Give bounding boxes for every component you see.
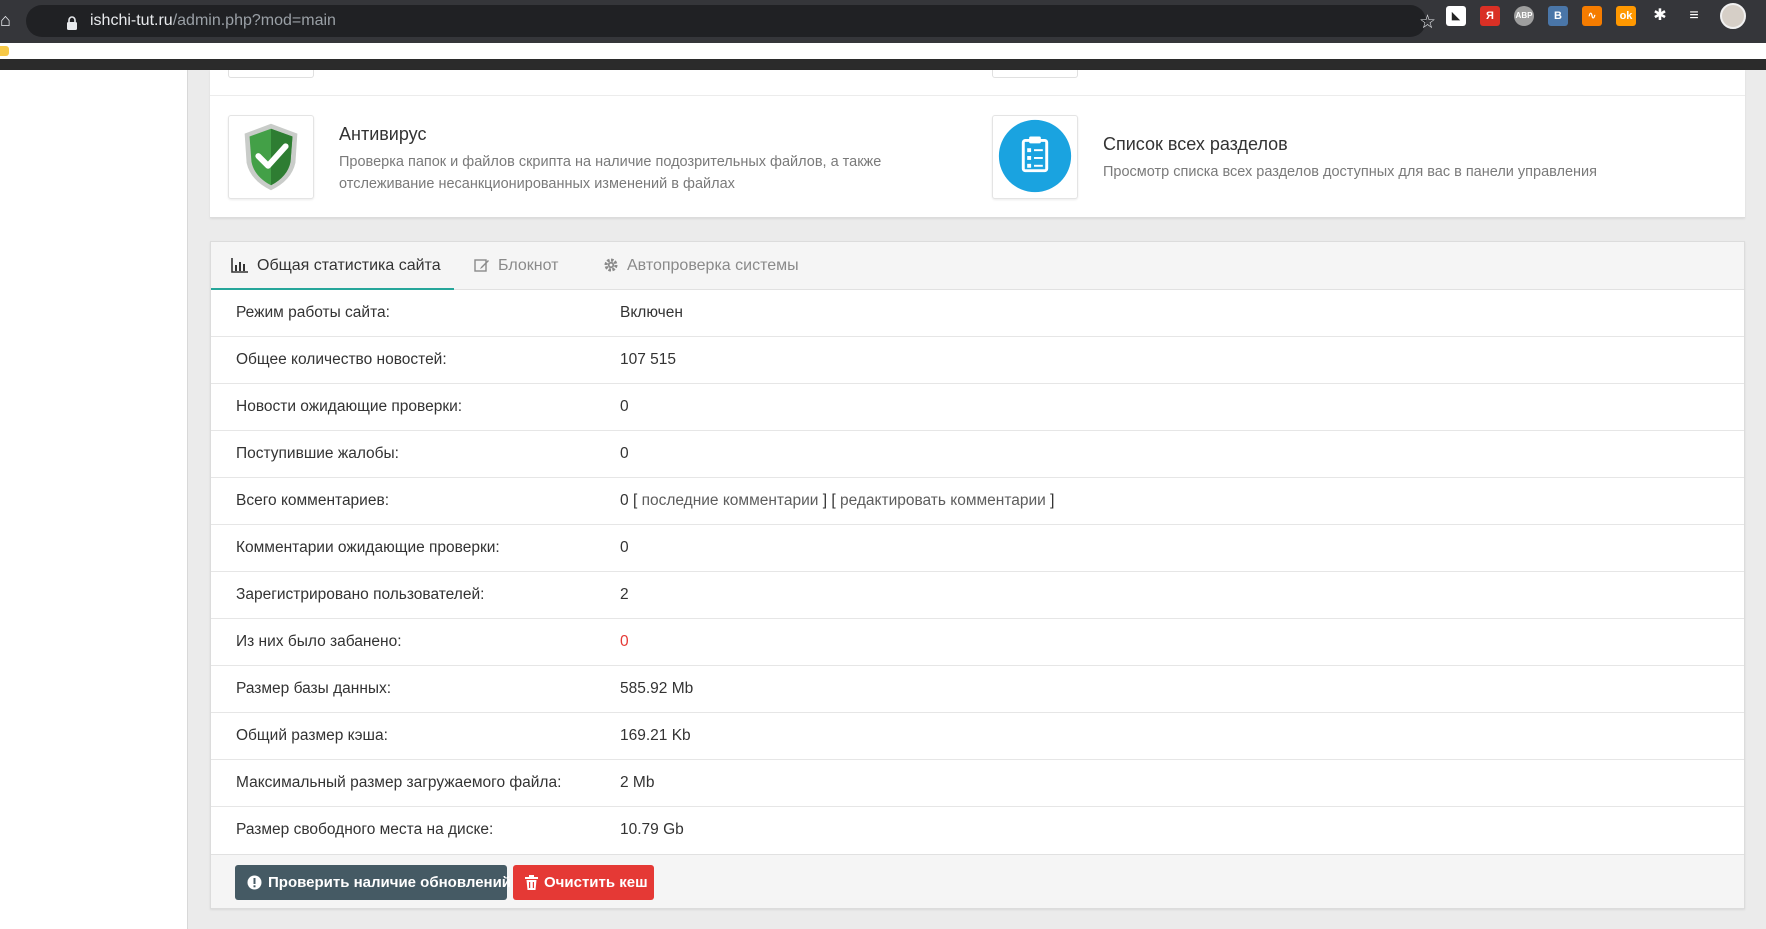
url-text: ishchi-tut.ru/admin.php?mod=main [90,12,336,29]
tab-notepad[interactable]: Блокнот [474,242,558,290]
stat-value: 0 [620,633,629,650]
antivirus-description: Проверка папок и файлов скрипта на налич… [339,154,882,192]
stat-row-complaints: Поступившие жалобы: 0 [211,431,1744,478]
divider [210,95,1745,96]
shortcut-icon-stub [992,70,1078,78]
stat-value: 0 [620,398,629,415]
stat-value: 0 [ последние комментарии ] [ редактиров… [620,492,1055,509]
tab-label: Общая статистика сайта [257,257,441,274]
stat-label: Общий размер кэша: [236,727,388,744]
tab-auto-check[interactable]: Автопроверка системы [603,242,799,290]
alert-circle-icon [247,875,262,890]
stat-row-comments-total: Всего комментариев: 0 [ последние коммен… [211,478,1744,525]
stat-value: 0 [620,445,629,462]
clear-cache-button[interactable]: Очистить кеш [513,865,654,900]
stat-value: 2 Mb [620,774,655,791]
bookmarks-bar [0,43,1766,59]
stat-label: Размер базы данных: [236,680,392,697]
tab-site-statistics[interactable]: Общая статистика сайта [211,242,454,290]
home-icon[interactable]: ⌂ [0,9,14,31]
stat-label: Новости ожидающие проверки: [236,398,463,415]
stat-label: Размер свободного места на диске: [236,821,494,838]
browser-toolbar: ⌂ ishchi-tut.ru/admin.php?mod=main ☆ ◣ Я… [0,0,1766,43]
extension-icon[interactable]: ◣ [1446,6,1466,26]
stat-label: Максимальный размер загружаемого файла: [236,774,562,791]
check-updates-label: Проверить наличие обновлений [268,874,512,891]
address-bar[interactable]: ishchi-tut.ru/admin.php?mod=main ☆ [26,5,1436,37]
stat-row-users: Зарегистрировано пользователей: 2 [211,572,1744,619]
stat-row-cache-size: Общий размер кэша: 169.21 Kb [211,713,1744,760]
stat-row-site-mode: Режим работы сайта: Включен [211,290,1744,337]
stat-row-db-size: Размер базы данных: 585.92 Mb [211,666,1744,713]
odnoklassniki-icon[interactable]: ok [1616,6,1636,26]
antivirus-shortcut[interactable] [228,115,314,199]
stats-footer: Проверить наличие обновлений Очистить ке… [211,854,1744,908]
comments-count: 0 [620,492,629,509]
stat-label: Поступившие жалобы: [236,445,399,462]
stat-row-news-total: Общее количество новостей: 107 515 [211,337,1744,384]
stat-value: 107 515 [620,351,677,368]
extension-icon[interactable]: Я [1480,6,1500,26]
tab-bar: Общая статистика сайта Блокнот Автопрове… [211,242,1744,290]
shield-check-icon [244,123,298,191]
check-updates-button[interactable]: Проверить наличие обновлений [235,865,511,900]
sections-list-shortcut[interactable] [992,115,1078,199]
playlist-icon[interactable]: ≡ [1684,6,1704,26]
stat-row-news-pending: Новости ожидающие проверки: 0 [211,384,1744,431]
edit-icon [474,259,489,272]
stat-row-max-upload: Максимальный размер загружаемого файла: … [211,760,1744,807]
stat-value: 585.92 Mb [620,680,694,697]
tab-label: Блокнот [498,257,559,274]
stat-row-comments-pending: Комментарии ожидающие проверки: 0 [211,525,1744,572]
stat-label: Общее количество новостей: [236,351,447,368]
sections-list-title[interactable]: Список всех разделов [1103,134,1288,155]
gear-icon [604,258,618,272]
stat-row-free-disk: Размер свободного места на диске: 10.79 … [211,807,1744,854]
tab-label: Автопроверка системы [627,257,799,274]
antivirus-title[interactable]: Антивирус [339,124,426,145]
adblock-icon[interactable]: ABP [1514,6,1534,26]
stat-label: Режим работы сайта: [236,304,390,321]
trash-icon [525,875,538,890]
rss-icon[interactable]: ∿ [1582,6,1602,26]
stat-value: 169.21 Kb [620,727,691,744]
puzzle-icon[interactable]: ✱ [1650,6,1670,26]
bookmark-folder-icon[interactable] [0,46,9,56]
sections-list-description: Просмотр списка всех разделов доступных … [1103,164,1598,180]
stat-row-banned: Из них было забанено: 0 [211,619,1744,666]
stat-label: Всего комментариев: [236,492,390,509]
avatar[interactable] [1720,3,1746,29]
stats-panel: Общая статистика сайта Блокнот Автопрове… [210,241,1745,909]
lock-icon [67,16,77,30]
clear-cache-label: Очистить кеш [544,874,648,891]
stat-label: Из них было забанено: [236,633,402,650]
bookmark-star-icon[interactable]: ☆ [1419,13,1436,33]
admin-topbar [0,59,1766,70]
latest-comments-link[interactable]: последние комментарии [642,492,819,509]
stat-label: Зарегистрировано пользователей: [236,586,485,603]
stat-label: Комментарии ожидающие проверки: [236,539,500,556]
edit-comments-link[interactable]: редактировать комментарии [840,492,1046,509]
bar-chart-icon [231,258,248,273]
shortcut-panel: Антивирус Проверка папок и файлов скрипт… [210,70,1745,218]
stat-value: 0 [620,539,629,556]
stat-value: Включен [620,304,683,321]
clipboard-list-icon [998,119,1072,193]
vk-icon[interactable]: В [1548,6,1568,26]
stat-value: 10.79 Gb [620,821,684,838]
shortcut-icon-stub [228,70,314,78]
stat-value: 2 [620,586,629,603]
sidebar [0,70,188,929]
